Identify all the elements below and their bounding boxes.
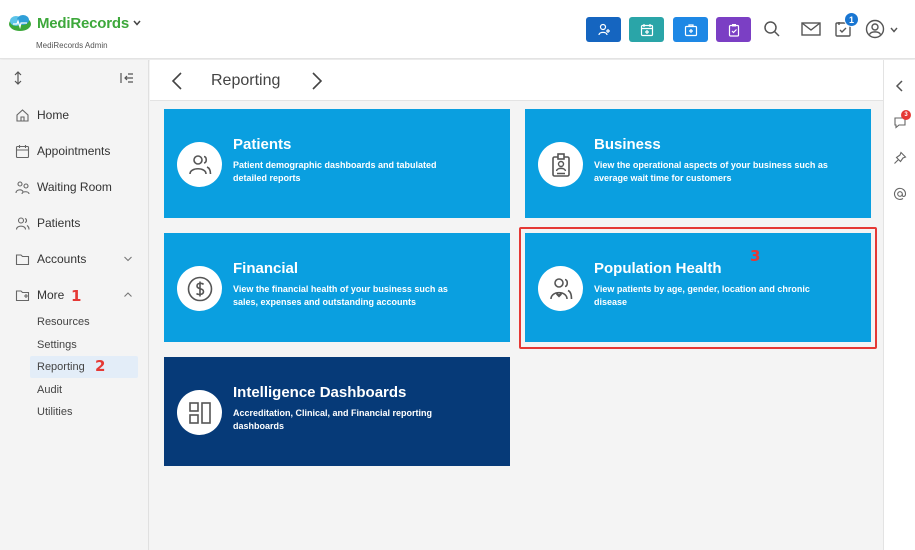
- clipboard-icon: [728, 23, 739, 37]
- left-sidebar: Home Appointments Waiting Room Patients …: [0, 60, 149, 550]
- comments-badge: 3: [901, 110, 911, 120]
- calendar-plus-icon: [640, 23, 653, 36]
- sidebar-item-label: Home: [37, 108, 70, 122]
- add-patient-icon: [597, 23, 610, 35]
- sidebar-item-label: Patients: [37, 216, 81, 230]
- new-task-button[interactable]: [716, 17, 751, 42]
- mention-icon[interactable]: [893, 187, 907, 201]
- brand-switcher[interactable]: MediRecords: [8, 14, 141, 32]
- chevron-down-icon[interactable]: [132, 18, 142, 28]
- new-appointment-button[interactable]: [629, 17, 664, 42]
- tasks-badge: 1: [844, 12, 859, 27]
- card-description: View the financial health of your busine…: [233, 284, 448, 307]
- new-encounter-button[interactable]: [673, 17, 708, 42]
- patients-icon: [15, 217, 30, 230]
- card-icon-wrap: [177, 142, 222, 187]
- expand-collapse-icon[interactable]: [10, 70, 26, 86]
- forward-arrow-icon[interactable]: [310, 71, 324, 91]
- chevron-up-icon: [124, 292, 132, 297]
- sidebar-item-waiting-room[interactable]: Waiting Room: [0, 172, 149, 202]
- page-title: Reporting: [211, 72, 281, 89]
- sidebar-subitem-resources[interactable]: Resources: [37, 316, 90, 328]
- brand-subtitle: MediRecords Admin: [36, 41, 108, 50]
- waiting-room-icon: [15, 181, 30, 195]
- report-card-financial[interactable]: Financial View the financial health of y…: [164, 233, 510, 342]
- breadcrumb-bar: Reporting: [150, 60, 883, 101]
- card-title: Patients: [233, 136, 292, 153]
- sidebar-item-patients[interactable]: Patients: [0, 208, 149, 238]
- card-icon-wrap: [538, 142, 583, 187]
- sidebar-item-accounts[interactable]: Accounts: [0, 244, 149, 274]
- collapse-sidebar-icon[interactable]: [119, 70, 135, 86]
- sidebar-item-label: Accounts: [37, 252, 87, 266]
- sidebar-subitem-audit[interactable]: Audit: [37, 384, 62, 396]
- card-title: Business: [594, 136, 661, 153]
- card-icon-wrap: [177, 266, 222, 311]
- folder-icon: [15, 254, 30, 266]
- calendar-icon: [15, 145, 30, 159]
- card-description: View the operational aspects of your bus…: [594, 160, 828, 183]
- sidebar-item-label: Waiting Room: [37, 180, 112, 194]
- medirecords-logo-icon: [9, 15, 31, 31]
- chevron-down-icon: [124, 256, 132, 262]
- top-header: MediRecords MediRecords Admin 1: [0, 0, 915, 59]
- right-rail: 3: [883, 60, 915, 550]
- card-description: Patient demographic dashboards and tabul…: [233, 160, 437, 183]
- sidebar-item-appointments[interactable]: Appointments: [0, 136, 149, 166]
- step-marker-3: 3: [750, 247, 761, 265]
- search-button[interactable]: [761, 18, 783, 40]
- card-title: Intelligence Dashboards: [233, 384, 407, 401]
- badge-icon: [551, 152, 570, 177]
- back-arrow-icon[interactable]: [170, 71, 184, 91]
- messages-button[interactable]: [800, 18, 822, 40]
- chevron-left-icon[interactable]: [893, 79, 907, 93]
- dashboard-icon: [188, 401, 211, 424]
- pin-icon[interactable]: [893, 151, 907, 165]
- folder-plus-icon: [15, 290, 30, 302]
- dollar-icon: [187, 276, 212, 301]
- user-menu-button[interactable]: [864, 18, 886, 40]
- report-card-patients[interactable]: Patients Patient demographic dashboards …: [164, 109, 510, 218]
- report-card-intelligence-dashboards[interactable]: Intelligence Dashboards Accreditation, C…: [164, 357, 510, 466]
- user-avatar-icon: [865, 19, 885, 39]
- search-icon: [764, 21, 780, 37]
- sidebar-subitem-reporting[interactable]: Reporting: [37, 361, 85, 373]
- card-description: Accreditation, Clinical, and Financial r…: [233, 408, 433, 431]
- card-title: Financial: [233, 260, 299, 277]
- home-icon: [16, 109, 29, 122]
- card-icon-wrap: [177, 390, 222, 435]
- sidebar-item-home[interactable]: Home: [0, 100, 149, 130]
- sidebar-item-label: Appointments: [37, 144, 111, 158]
- users-icon: [188, 154, 211, 174]
- step-marker-2: 2: [95, 357, 106, 375]
- chevron-down-icon[interactable]: [889, 25, 899, 35]
- brand-name: MediRecords: [37, 14, 129, 32]
- medical-kit-icon: [684, 23, 697, 36]
- sidebar-item-label: More: [37, 288, 65, 302]
- sidebar-subitem-settings[interactable]: Settings: [37, 339, 77, 351]
- mail-icon: [801, 22, 821, 36]
- step-highlight-box: [519, 227, 877, 349]
- sidebar-subitem-utilities[interactable]: Utilities: [37, 406, 72, 418]
- add-patient-button[interactable]: [586, 17, 621, 42]
- report-card-business[interactable]: Business View the operational aspects of…: [525, 109, 871, 218]
- step-marker-1: 1: [71, 287, 82, 305]
